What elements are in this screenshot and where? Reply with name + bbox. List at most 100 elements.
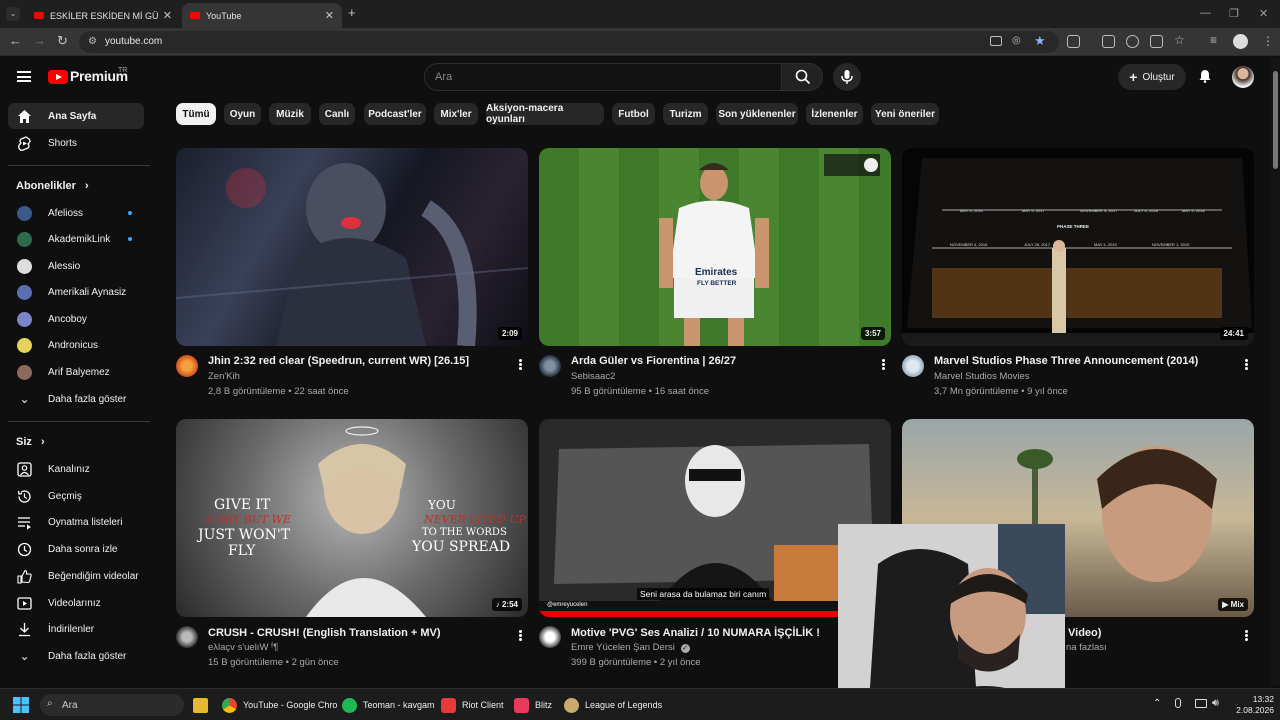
browser-tab-active[interactable]: YouTube ✕ xyxy=(182,3,342,28)
chip-music[interactable]: Müzik xyxy=(269,103,311,125)
reading-list-icon[interactable]: ≡ xyxy=(1210,33,1217,47)
bookmark-star-icon[interactable]: ★ xyxy=(1034,33,1046,49)
page-scrollbar[interactable] xyxy=(1270,57,1280,685)
video-title[interactable]: Motive 'PVG' Ses Analizi / 10 NUMARA İŞÇ… xyxy=(571,627,820,639)
channel-name[interactable]: eλlaçv s'uelıW ᶠ¶ xyxy=(208,642,278,653)
channel-avatar[interactable] xyxy=(176,355,198,377)
taskbar-app-league[interactable]: League of Legends xyxy=(564,695,662,715)
chip-all[interactable]: Tümü xyxy=(176,103,216,125)
more-actions-icon[interactable] xyxy=(882,359,885,370)
browser-tab[interactable]: ESKİLER ESKİDEN Mİ GÜZELDİ? ✕ xyxy=(26,3,180,28)
taskbar-file-explorer[interactable] xyxy=(193,695,208,715)
sidebar-item-downloads[interactable]: İndirilenler xyxy=(8,616,144,642)
tab-search-icon[interactable]: ⌄ xyxy=(6,7,20,21)
chip-recently-uploaded[interactable]: Son yüklenenler xyxy=(716,103,798,125)
network-icon[interactable] xyxy=(1195,699,1207,708)
sidebar-item-liked-videos[interactable]: Beğendiğim videolar xyxy=(8,563,144,589)
chip-live[interactable]: Canlı xyxy=(319,103,355,125)
video-title[interactable]: CRUSH - CRUSH! (English Translation + MV… xyxy=(208,627,441,639)
chip-mixes[interactable]: Mix'ler xyxy=(434,103,478,125)
new-tab-button[interactable]: + xyxy=(348,5,356,20)
restore-icon[interactable]: ❐ xyxy=(1229,7,1239,20)
password-key-icon[interactable] xyxy=(1126,35,1139,48)
taskbar-app-riot[interactable]: Riot Client xyxy=(441,695,504,715)
microphone-tray-icon[interactable] xyxy=(1175,698,1181,708)
video-title[interactable]: Marvel Studios Phase Three Announcement … xyxy=(934,355,1198,367)
channel-avatar[interactable] xyxy=(902,355,924,377)
video-thumbnail[interactable]: Emirates FLY BETTER 3:57 xyxy=(539,148,891,346)
video-title[interactable]: Jhin 2:32 red clear (Speedrun, current W… xyxy=(208,355,469,367)
video-thumbnail[interactable]: MAY 6, 2016 MAY 5, 2017 NOVEMBER 3, 2017… xyxy=(902,148,1254,346)
profile-icon[interactable] xyxy=(1233,34,1248,49)
sidebar-item-watch-later[interactable]: Daha sonra izle xyxy=(8,536,144,562)
window-close-icon[interactable]: ✕ xyxy=(1259,7,1268,20)
chip-podcasts[interactable]: Podcast'ler xyxy=(364,103,426,125)
more-actions-icon[interactable] xyxy=(519,630,522,641)
video-title[interactable]: Arda Güler vs Fiorentina | 26/27 xyxy=(571,355,736,367)
notifications-bell-icon[interactable] xyxy=(1198,69,1212,83)
taskbar-search[interactable]: ⌕ Ara xyxy=(40,694,184,716)
subscription-item[interactable]: Afelioss xyxy=(8,200,144,226)
chip-watched[interactable]: İzlenenler xyxy=(806,103,863,125)
channel-name[interactable]: Emre Yücelen Şan Dersi ✓ xyxy=(571,642,690,653)
taskbar-app-chrome[interactable]: YouTube - Google Chro xyxy=(222,695,337,715)
channel-name[interactable]: na fazlası xyxy=(1066,642,1107,653)
eye-off-icon[interactable]: ◎ xyxy=(1012,35,1021,46)
subscription-item[interactable]: Ancoboy xyxy=(8,306,144,332)
voice-search-button[interactable] xyxy=(833,63,861,91)
translate-icon[interactable] xyxy=(1102,35,1115,48)
chip-new-to-you[interactable]: Yeni öneriler xyxy=(871,103,939,125)
video-title[interactable]: Video) xyxy=(1068,627,1101,639)
subscription-item[interactable]: Amerikali Aynasiz xyxy=(8,279,144,305)
more-actions-icon[interactable] xyxy=(519,359,522,370)
hamburger-menu-icon[interactable] xyxy=(17,71,31,82)
channel-avatar[interactable] xyxy=(176,626,198,648)
chip-football[interactable]: Futbol xyxy=(612,103,655,125)
taskbar-app-blitz[interactable]: Blitz xyxy=(514,695,552,715)
sidebar-item-shorts[interactable]: Shorts xyxy=(8,130,144,156)
show-more-you[interactable]: ⌄ Daha fazla göster xyxy=(8,643,144,669)
tray-overflow-icon[interactable]: ⌃ xyxy=(1153,698,1161,709)
sidebar-item-playlists[interactable]: Oynatma listeleri xyxy=(8,509,144,535)
sidebar-item-history[interactable]: Geçmiş xyxy=(8,483,144,509)
cast-icon[interactable] xyxy=(990,36,1002,46)
sidebar-item-home[interactable]: Ana Sayfa xyxy=(8,103,144,129)
channel-name[interactable]: Marvel Studios Movies xyxy=(934,371,1030,382)
sidebar-item-your-channel[interactable]: Kanalınız xyxy=(8,456,144,482)
sidepanel-icon[interactable] xyxy=(1150,35,1163,48)
taskbar-app-spotify[interactable]: Teoman - kavgam xyxy=(342,695,435,715)
sidebar-item-your-videos[interactable]: Videolarınız xyxy=(8,590,144,616)
chip-tourism[interactable]: Turizm xyxy=(663,103,708,125)
channel-avatar[interactable] xyxy=(539,355,561,377)
forward-icon[interactable]: → xyxy=(33,33,46,48)
subscription-item[interactable]: Andronicus xyxy=(8,332,144,358)
browser-menu-icon[interactable]: ⋮ xyxy=(1262,34,1274,48)
create-button[interactable]: + Oluştur xyxy=(1118,64,1186,90)
channel-name[interactable]: Zen'Kih xyxy=(208,371,240,382)
windows-start-icon[interactable] xyxy=(13,697,29,713)
volume-icon[interactable]: 🔊︎ xyxy=(1212,697,1219,710)
you-heading[interactable]: Siz › xyxy=(16,436,45,448)
account-avatar[interactable] xyxy=(1232,66,1254,88)
search-button[interactable] xyxy=(781,63,823,91)
subscription-item[interactable]: AkademikLink xyxy=(8,226,144,252)
close-tab-icon[interactable]: ✕ xyxy=(325,9,334,22)
video-thumbnail[interactable]: GIVE IT A TRY BUT WE JUST WON'T FLY YOU … xyxy=(176,419,528,617)
extensions-icon[interactable] xyxy=(1067,35,1080,48)
close-tab-icon[interactable]: ✕ xyxy=(163,9,172,22)
search-box[interactable] xyxy=(424,63,782,91)
subscription-item[interactable]: Arif Balyemez xyxy=(8,359,144,385)
subscription-item[interactable]: Alessio xyxy=(8,253,144,279)
channel-avatar[interactable] xyxy=(539,626,561,648)
video-thumbnail[interactable]: 2:09 xyxy=(176,148,528,346)
subscriptions-heading[interactable]: Abonelikler › xyxy=(16,180,89,192)
system-clock[interactable]: 13:32 2.08.2026 xyxy=(1228,694,1274,716)
site-info-icon[interactable]: ⚙ xyxy=(88,36,97,47)
show-more-subscriptions[interactable]: ⌄ Daha fazla göster xyxy=(8,386,144,412)
chip-gaming[interactable]: Oyun xyxy=(224,103,261,125)
chip-action-adventure[interactable]: Aksiyon-macera oyunları xyxy=(486,103,604,125)
back-icon[interactable]: ← xyxy=(9,33,22,48)
channel-name[interactable]: Sebisaac2 xyxy=(571,371,615,382)
more-actions-icon[interactable] xyxy=(1245,359,1248,370)
search-input[interactable] xyxy=(425,64,781,90)
